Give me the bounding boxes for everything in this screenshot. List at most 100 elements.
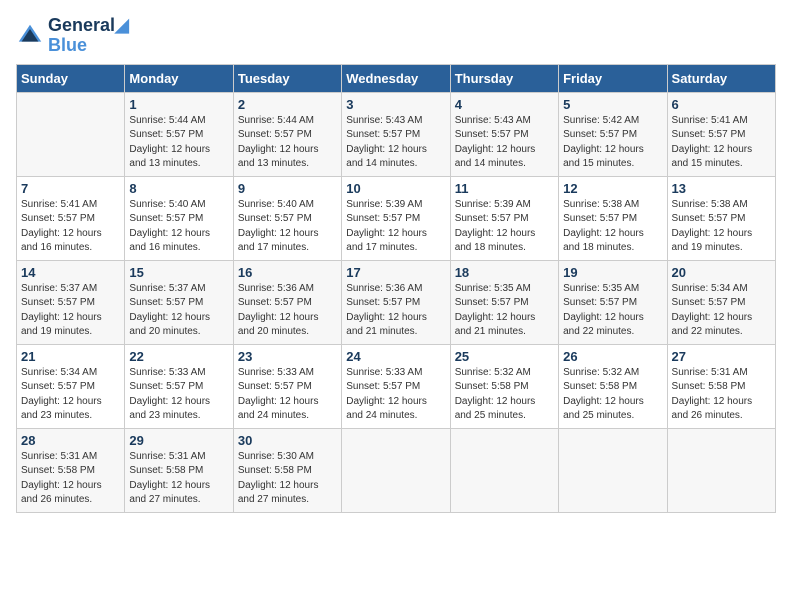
day-info: Sunrise: 5:40 AM Sunset: 5:57 PM Dayligh… [129,198,228,256]
logo: General◢ Blue [16,16,129,56]
header-cell-wednesday: Wednesday [342,64,450,92]
day-info: Sunrise: 5:35 AM Sunset: 5:57 PM Dayligh… [455,282,554,340]
day-number: 30 [238,433,337,448]
day-cell: 24 Sunrise: 5:33 AM Sunset: 5:57 PM Dayli… [342,344,450,428]
day-number: 12 [563,181,662,196]
day-cell: 5 Sunrise: 5:42 AM Sunset: 5:57 PM Daylig… [559,92,667,176]
day-cell: 1Sunrise: 5:44 AM Sunset: 5:57 PM Daylig… [125,92,233,176]
day-number: 5 [563,97,662,112]
day-info: Sunrise: 5:33 AM Sunset: 5:57 PM Dayligh… [346,366,445,424]
week-row-2: 7Sunrise: 5:41 AM Sunset: 5:57 PM Daylig… [17,176,776,260]
day-info: Sunrise: 5:33 AM Sunset: 5:57 PM Dayligh… [238,366,337,424]
day-number: 10 [346,181,445,196]
day-number: 25 [455,349,554,364]
day-cell: 25 Sunrise: 5:32 AM Sunset: 5:58 PM Dayli… [450,344,558,428]
week-row-5: 28 Sunrise: 5:31 AM Sunset: 5:58 PM Dayli… [17,428,776,512]
day-number: 2 [238,97,337,112]
day-number: 23 [238,349,337,364]
day-number: 24 [346,349,445,364]
day-info: Sunrise: 5:36 AM Sunset: 5:57 PM Dayligh… [238,282,337,340]
calendar-table: SundayMondayTuesdayWednesdayThursdayFrid… [16,64,776,513]
day-number: 19 [563,265,662,280]
day-cell: 30 Sunrise: 5:30 AM Sunset: 5:58 PM Dayli… [233,428,341,512]
day-cell: 27Sunrise: 5:31 AM Sunset: 5:58 PM Dayli… [667,344,775,428]
day-number: 29 [129,433,228,448]
day-number: 28 [21,433,120,448]
week-row-3: 14 Sunrise: 5:37 AM Sunset: 5:57 PM Dayli… [17,260,776,344]
day-cell: 9 Sunrise: 5:40 AM Sunset: 5:57 PM Daylig… [233,176,341,260]
day-cell [17,92,125,176]
day-cell: 22 Sunrise: 5:33 AM Sunset: 5:57 PM Dayli… [125,344,233,428]
day-info: Sunrise: 5:39 AM Sunset: 5:57 PM Dayligh… [346,198,445,256]
day-info: Sunrise: 5:43 AM Sunset: 5:57 PM Dayligh… [346,114,445,172]
day-info: Sunrise: 5:38 AM Sunset: 5:57 PM Dayligh… [672,198,771,256]
day-cell: 17 Sunrise: 5:36 AM Sunset: 5:57 PM Dayli… [342,260,450,344]
day-cell: 15 Sunrise: 5:37 AM Sunset: 5:57 PM Dayli… [125,260,233,344]
day-info: Sunrise: 5:32 AM Sunset: 5:58 PM Dayligh… [563,366,662,424]
day-number: 6 [672,97,771,112]
logo-text: General◢ Blue [48,16,129,56]
day-cell: 3 Sunrise: 5:43 AM Sunset: 5:57 PM Daylig… [342,92,450,176]
day-info: Sunrise: 5:36 AM Sunset: 5:57 PM Dayligh… [346,282,445,340]
day-number: 22 [129,349,228,364]
day-info: Sunrise: 5:40 AM Sunset: 5:57 PM Dayligh… [238,198,337,256]
day-number: 17 [346,265,445,280]
day-cell: 4 Sunrise: 5:43 AM Sunset: 5:57 PM Daylig… [450,92,558,176]
day-number: 1 [129,97,228,112]
day-cell: 6 Sunrise: 5:41 AM Sunset: 5:57 PM Daylig… [667,92,775,176]
day-info: Sunrise: 5:41 AM Sunset: 5:57 PM Dayligh… [672,114,771,172]
day-cell: 8 Sunrise: 5:40 AM Sunset: 5:57 PM Daylig… [125,176,233,260]
day-cell: 29 Sunrise: 5:31 AM Sunset: 5:58 PM Dayli… [125,428,233,512]
day-info: Sunrise: 5:33 AM Sunset: 5:57 PM Dayligh… [129,366,228,424]
day-info: Sunrise: 5:37 AM Sunset: 5:57 PM Dayligh… [21,282,120,340]
header-cell-tuesday: Tuesday [233,64,341,92]
day-number: 3 [346,97,445,112]
day-info: Sunrise: 5:34 AM Sunset: 5:57 PM Dayligh… [21,366,120,424]
day-number: 27 [672,349,771,364]
day-cell: 28Sunrise: 5:31 AM Sunset: 5:58 PM Dayli… [17,428,125,512]
day-cell: 14 Sunrise: 5:37 AM Sunset: 5:57 PM Dayli… [17,260,125,344]
day-number: 20 [672,265,771,280]
day-cell: 21 Sunrise: 5:34 AM Sunset: 5:57 PM Dayli… [17,344,125,428]
day-info: Sunrise: 5:37 AM Sunset: 5:57 PM Dayligh… [129,282,228,340]
day-info: Sunrise: 5:34 AM Sunset: 5:57 PM Dayligh… [672,282,771,340]
page-header: General◢ Blue [16,16,776,56]
day-cell [667,428,775,512]
day-info: Sunrise: 5:42 AM Sunset: 5:57 PM Dayligh… [563,114,662,172]
day-number: 11 [455,181,554,196]
week-row-4: 21 Sunrise: 5:34 AM Sunset: 5:57 PM Dayli… [17,344,776,428]
logo-icon [16,22,44,50]
day-cell [559,428,667,512]
header-cell-saturday: Saturday [667,64,775,92]
day-number: 8 [129,181,228,196]
day-number: 21 [21,349,120,364]
day-info: Sunrise: 5:31 AM Sunset: 5:58 PM Dayligh… [129,450,228,508]
header-cell-friday: Friday [559,64,667,92]
day-cell [450,428,558,512]
calendar-body: 1 Sunrise: 5:44 AM Sunset: 5:57 PM Daylig… [17,92,776,512]
day-info: Sunrise: 5:44 AM Sunset: 5:57 PM Dayligh… [238,114,337,172]
day-info: Sunrise: 5:41 AM Sunset: 5:57 PM Dayligh… [21,198,120,256]
day-cell: 12 Sunrise: 5:38 AM Sunset: 5:57 PM Dayli… [559,176,667,260]
day-info: Sunrise: 5:30 AM Sunset: 5:58 PM Dayligh… [238,450,337,508]
day-info: Sunrise: 5:38 AM Sunset: 5:57 PM Dayligh… [563,198,662,256]
header-cell-thursday: Thursday [450,64,558,92]
day-cell: 2 Sunrise: 5:44 AM Sunset: 5:57 PM Daylig… [233,92,341,176]
day-cell [342,428,450,512]
day-number: 9 [238,181,337,196]
day-info: Sunrise: 5:32 AM Sunset: 5:58 PM Dayligh… [455,366,554,424]
day-cell: 11Sunrise: 5:39 AM Sunset: 5:57 PM Dayli… [450,176,558,260]
day-cell: 16 Sunrise: 5:36 AM Sunset: 5:57 PM Dayli… [233,260,341,344]
day-number: 4 [455,97,554,112]
day-number: 16 [238,265,337,280]
calendar-header: SundayMondayTuesdayWednesdayThursdayFrid… [17,64,776,92]
day-info: Sunrise: 5:43 AM Sunset: 5:57 PM Dayligh… [455,114,554,172]
day-info: Sunrise: 5:35 AM Sunset: 5:57 PM Dayligh… [563,282,662,340]
header-cell-sunday: Sunday [17,64,125,92]
day-number: 15 [129,265,228,280]
day-number: 13 [672,181,771,196]
day-cell: 18Sunrise: 5:35 AM Sunset: 5:57 PM Dayli… [450,260,558,344]
day-cell: 7Sunrise: 5:41 AM Sunset: 5:57 PM Daylig… [17,176,125,260]
header-cell-monday: Monday [125,64,233,92]
day-number: 14 [21,265,120,280]
